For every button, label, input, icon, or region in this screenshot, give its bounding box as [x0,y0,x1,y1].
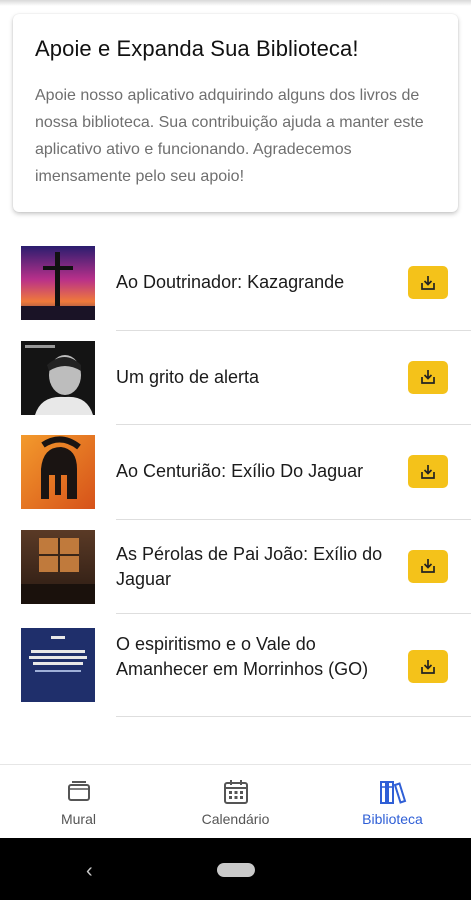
system-navigation-bar: ‹ [0,838,471,900]
download-icon [421,464,435,479]
book-cover [21,340,95,415]
tab-calendario[interactable]: Calendário [157,765,314,839]
book-list: Ao Doutrinador: Kazagrande Um grito de a… [0,236,471,717]
top-shadow [0,0,471,6]
download-button[interactable] [408,650,448,683]
books-icon [379,781,406,804]
book-cover [21,628,95,702]
download-button[interactable] [408,360,448,394]
book-cover [21,529,95,604]
book-cover [21,435,95,509]
tab-label: Mural [60,811,96,827]
download-button[interactable] [408,266,448,299]
divider [116,716,471,717]
home-pill-icon[interactable] [217,863,255,877]
book-cover [21,246,95,320]
book-title: Ao Doutrinador: Kazagrande [116,272,345,292]
support-card-text: Apoie nosso aplicativo adquirindo alguns… [35,87,424,185]
download-icon [421,370,435,384]
book-item[interactable]: Ao Centurião: Exílio Do Jaguar [0,425,471,520]
tab-biblioteca[interactable]: Biblioteca [314,765,471,839]
download-button[interactable] [408,549,448,583]
book-item[interactable]: O espiritismo e o Vale do Amanhecer em M… [0,614,471,717]
download-icon [421,275,435,290]
book-item[interactable]: Um grito de alerta [0,331,471,425]
book-title: O espiritismo e o Vale do Amanhecer em M… [116,634,369,679]
book-item[interactable]: As Pérolas de Pai João: Exílio do Jaguar [0,520,471,614]
calendar-icon [223,780,248,804]
bottom-navigation: Mural Calendário Biblioteca [0,764,471,839]
book-title: As Pérolas de Pai João: Exílio do Jaguar [116,543,383,589]
book-title: Ao Centurião: Exílio Do Jaguar [116,461,364,481]
tab-mural[interactable]: Mural [0,765,157,839]
support-card-title: Apoie e Expanda Sua Biblioteca! [35,36,359,61]
tab-label: Calendário [201,811,270,827]
book-item[interactable]: Ao Doutrinador: Kazagrande [0,236,471,331]
download-icon [421,559,435,573]
support-card: Apoie e Expanda Sua Biblioteca! Apoie no… [13,14,458,212]
tab-label: Biblioteca [362,811,423,827]
download-button[interactable] [408,455,448,488]
download-icon [421,659,435,674]
book-title: Um grito de alerta [116,366,260,387]
wallet-icon [67,781,90,801]
back-icon[interactable]: ‹ [86,860,93,883]
